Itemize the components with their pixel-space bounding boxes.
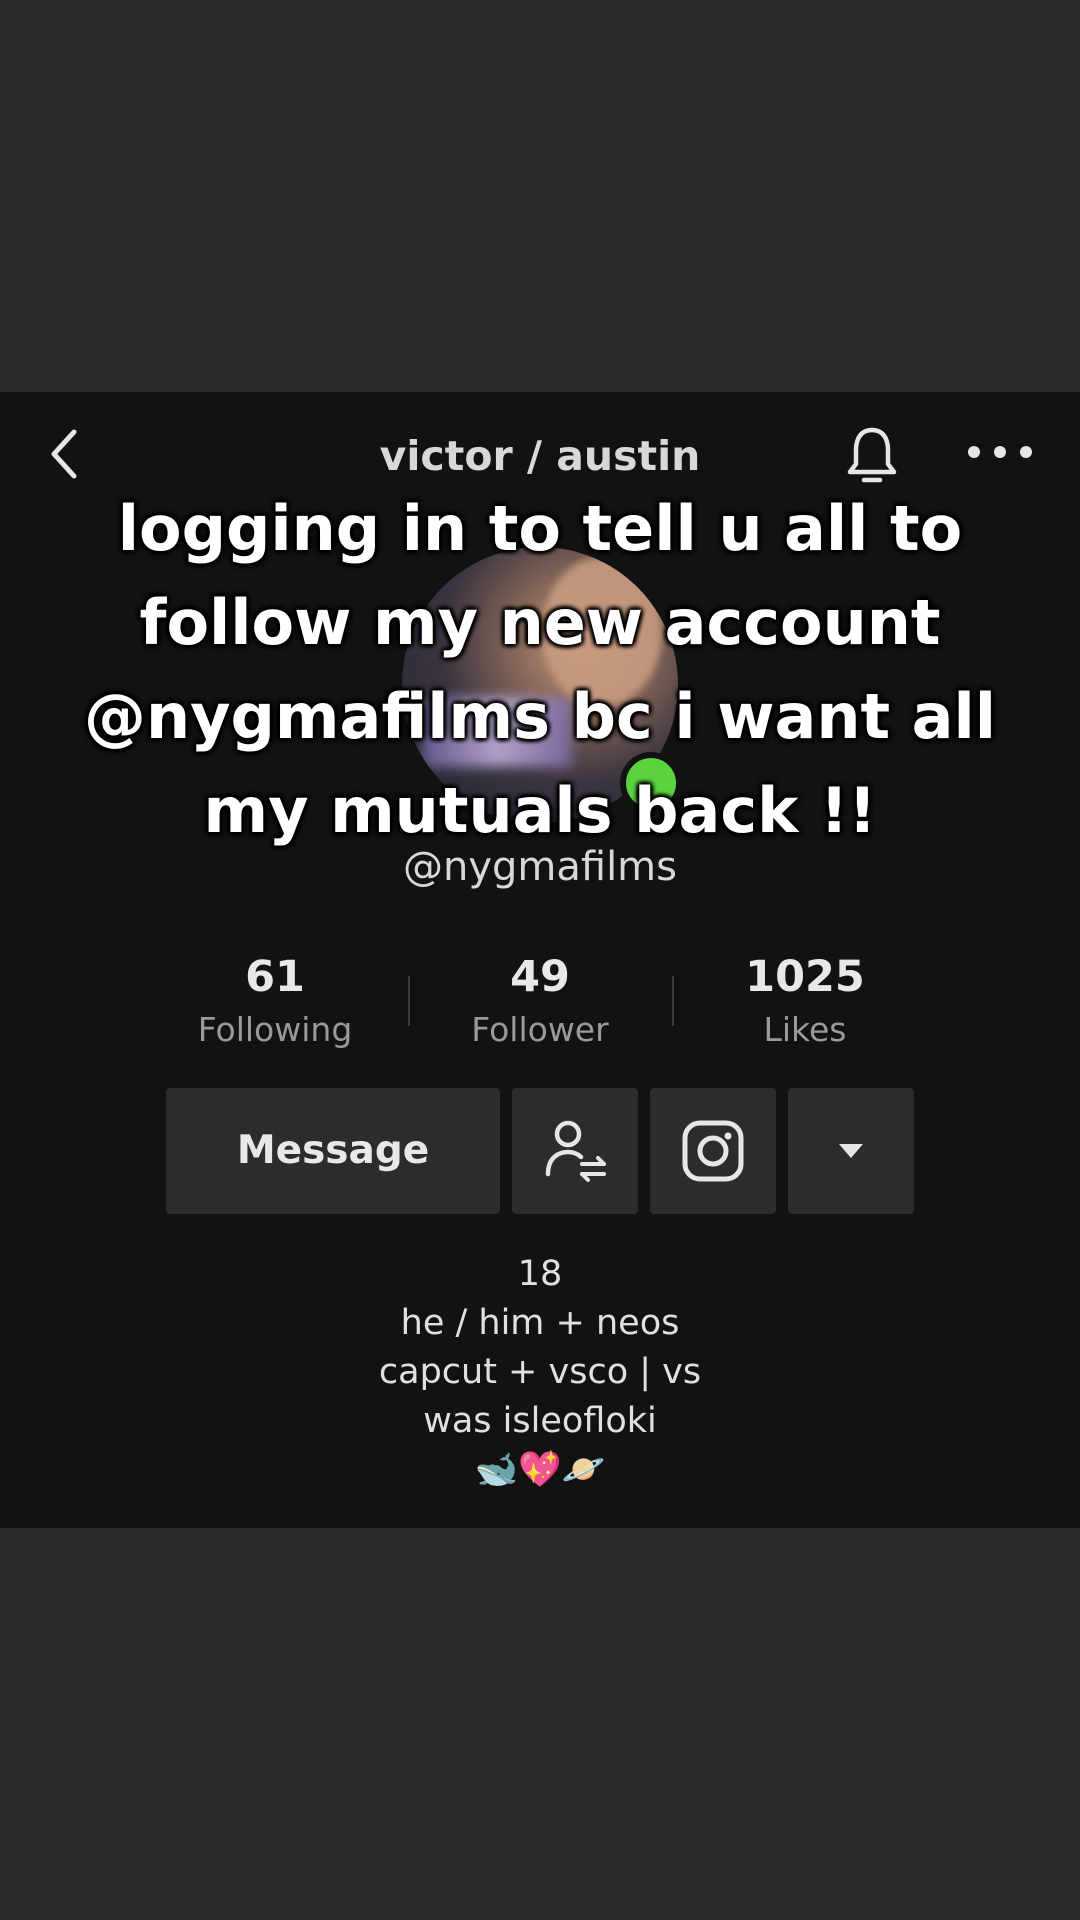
video-caption-overlay: logging in to tell u all to follow my ne… xyxy=(83,492,997,847)
stat-followers-label: Follower xyxy=(471,1010,609,1049)
bio-line: 18 xyxy=(517,1254,563,1294)
instagram-icon xyxy=(682,1120,744,1182)
chevron-left-icon xyxy=(51,429,77,479)
message-button[interactable]: Message xyxy=(166,1088,500,1214)
stat-followers[interactable]: 49 Follower xyxy=(410,952,670,1049)
bio-line: was isleofloki xyxy=(423,1401,657,1441)
username-handle: @nygmafilms xyxy=(402,844,677,890)
user-swap-icon xyxy=(545,1120,606,1182)
suggested-accounts-dropdown[interactable] xyxy=(788,1088,914,1214)
stat-likes[interactable]: 1025 Likes xyxy=(675,952,935,1049)
stat-followers-count: 49 xyxy=(510,952,570,1002)
profile-bio: 18 he / him + neos capcut + vsco | vs wa… xyxy=(240,1250,840,1495)
bio-line: he / him + neos xyxy=(400,1303,680,1343)
profile-name-title: victor / austin xyxy=(379,432,701,480)
bell-icon xyxy=(847,427,897,483)
friend-status-button[interactable] xyxy=(512,1088,638,1214)
instagram-button[interactable] xyxy=(650,1088,776,1214)
stat-likes-count: 1025 xyxy=(745,952,865,1002)
more-horizontal-icon xyxy=(968,446,1032,458)
back-button[interactable] xyxy=(44,422,88,486)
stat-following[interactable]: 61 Following xyxy=(145,952,405,1049)
profile-screen: victor / austin logging in to tell u all… xyxy=(0,392,1080,1528)
stat-divider xyxy=(672,976,674,1026)
notification-bell-button[interactable] xyxy=(840,422,904,486)
more-options-button[interactable] xyxy=(964,432,1036,472)
stat-following-label: Following xyxy=(197,1010,353,1049)
bio-line: capcut + vsco | vs xyxy=(378,1352,702,1392)
stat-following-count: 61 xyxy=(245,952,305,1002)
caret-down-icon xyxy=(839,1144,863,1158)
bio-emoji-line: 🐋💖🪐 xyxy=(474,1450,606,1490)
stat-likes-label: Likes xyxy=(763,1010,847,1049)
